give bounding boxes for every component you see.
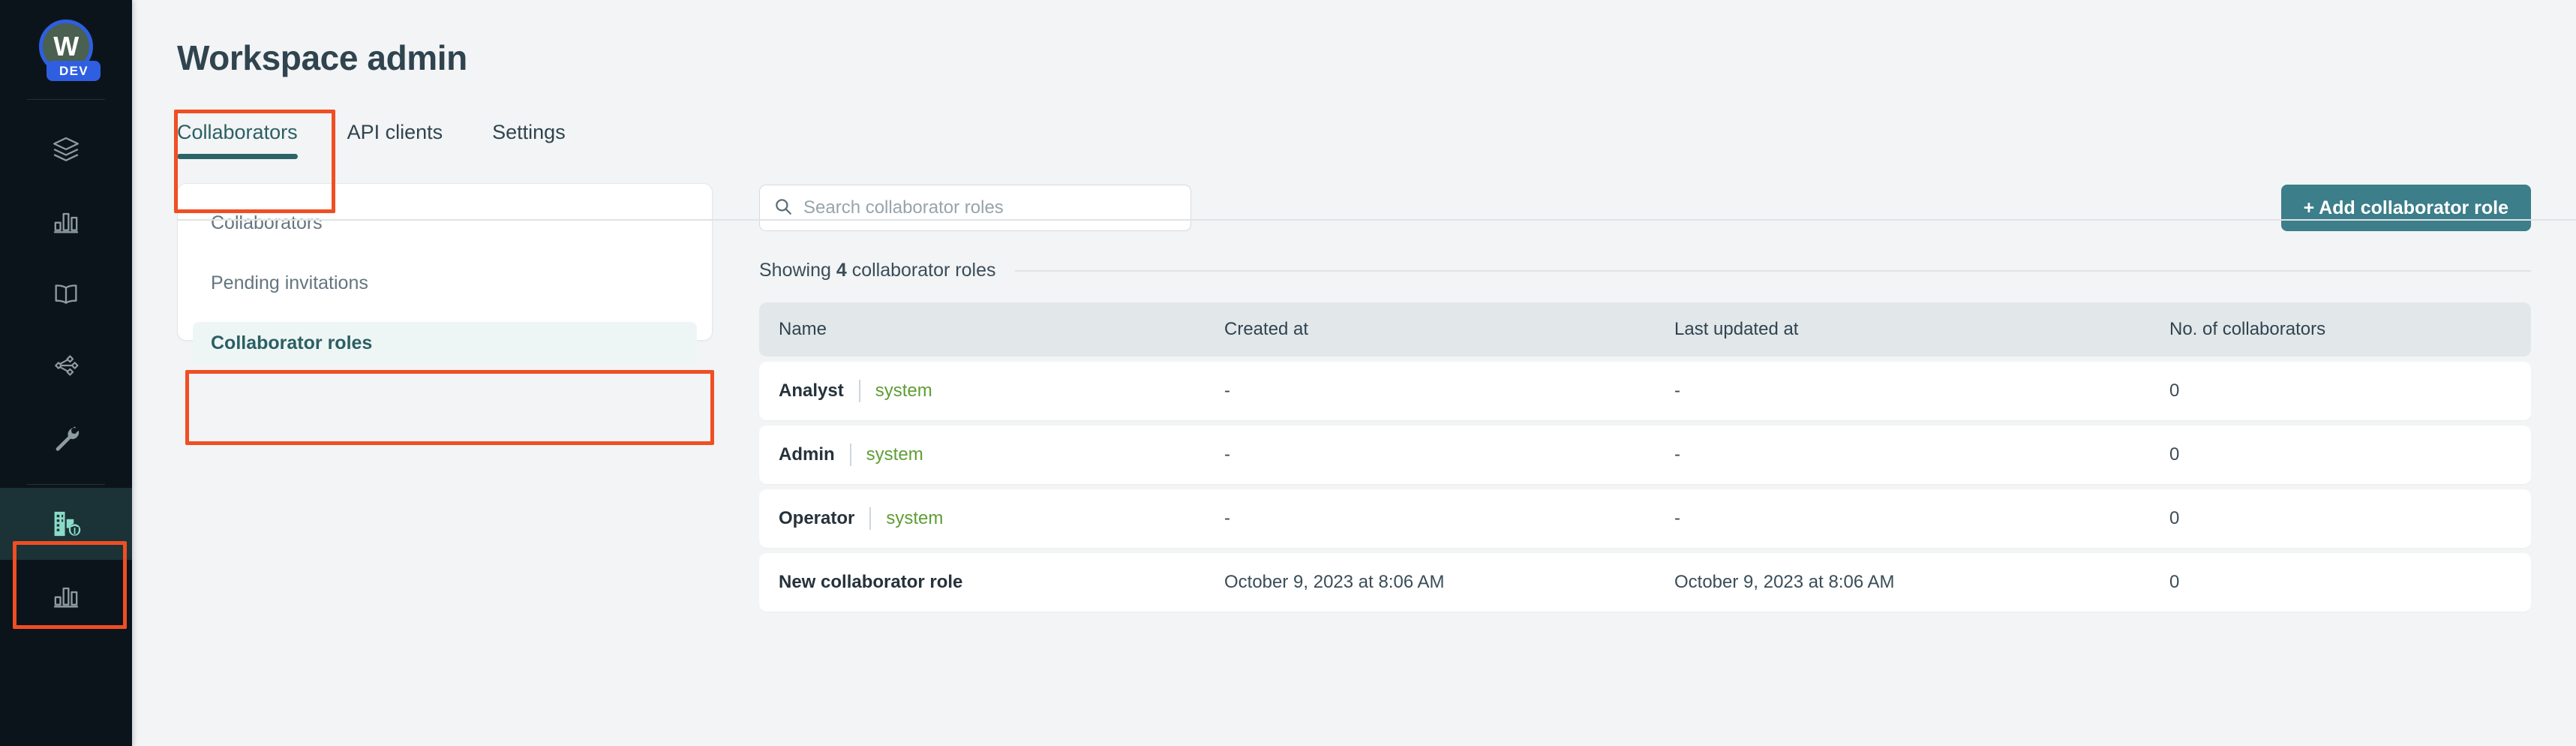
tab-collaborators[interactable]: Collaborators	[177, 121, 298, 159]
cell-created-at: -	[1224, 508, 1230, 528]
tab-bar: Collaborators API clients Settings	[177, 108, 2576, 159]
search-input[interactable]	[803, 197, 1177, 218]
book-icon	[51, 278, 81, 308]
cell-name: New collaborator role	[759, 572, 1224, 593]
column-header-name: Name	[779, 319, 827, 339]
sidebar-item-pipelines[interactable]	[0, 329, 132, 402]
sidebar-item-analytics[interactable]	[0, 185, 132, 257]
roles-toolbar: + Add collaborator role	[759, 183, 2531, 233]
name-divider	[849, 444, 851, 466]
column-header-created-at: Created at	[1224, 319, 1309, 339]
bar-chart-icon	[51, 206, 81, 236]
cell-last-updated-at: -	[1674, 444, 1680, 465]
tab-settings[interactable]: Settings	[492, 121, 566, 159]
cell-no-of-collaborators: 0	[2169, 572, 2180, 592]
content-area: Collaborators Pending invitations Collab…	[132, 183, 2576, 612]
sidebar-item-reports[interactable]	[0, 560, 132, 632]
table-row[interactable]: Admin system - - 0	[759, 426, 2531, 484]
left-nav-rail: W DEV	[0, 0, 132, 746]
sidebar-item-tools[interactable]	[0, 402, 132, 474]
role-system-tag: system	[886, 508, 944, 528]
logo-dev-badge: DEV	[47, 61, 101, 81]
workspace-logo[interactable]: W DEV	[30, 20, 102, 92]
cell-created-at: -	[1224, 381, 1230, 401]
cell-created-at: -	[1224, 444, 1230, 465]
side-nav-item-collaborator-roles[interactable]: Collaborator roles	[193, 322, 697, 364]
tab-bar-rule	[177, 219, 2576, 221]
side-nav-item-collaborators[interactable]: Collaborators	[193, 202, 697, 244]
cell-last-updated-at: -	[1674, 381, 1680, 401]
cell-last-updated-at: October 9, 2023 at 8:06 AM	[1674, 572, 1895, 592]
collaborator-roles-table: Name Created at Last updated at No. of c…	[759, 302, 2531, 612]
cell-no-of-collaborators: 0	[2169, 508, 2180, 528]
table-row[interactable]: Analyst system - - 0	[759, 362, 2531, 420]
role-name: Analyst	[779, 381, 844, 401]
cell-created-at: October 9, 2023 at 8:06 AM	[1224, 572, 1445, 592]
role-name: Operator	[779, 508, 855, 528]
layers-icon	[51, 134, 81, 164]
name-divider	[858, 380, 860, 402]
column-header-no-of-collaborators: No. of collaborators	[2169, 319, 2326, 339]
main-content: Workspace admin Collaborators API client…	[132, 0, 2576, 746]
roles-panel: + Add collaborator role Showing 4 collab…	[759, 183, 2531, 612]
sidebar-item-datasets[interactable]	[0, 113, 132, 185]
role-system-tag: system	[875, 381, 932, 401]
cell-last-updated-at: -	[1674, 508, 1680, 528]
table-header-row: Name Created at Last updated at No. of c…	[759, 302, 2531, 356]
cell-name: Operator system	[759, 507, 1224, 530]
showing-suffix: collaborator roles	[846, 260, 996, 281]
page-title: Workspace admin	[177, 38, 467, 77]
sidebar-item-workspace-admin[interactable]	[0, 488, 132, 560]
cell-no-of-collaborators: 0	[2169, 381, 2180, 401]
app-root: W DEV Workspace admin Collaborators API …	[0, 0, 2576, 746]
role-name: New collaborator role	[779, 572, 963, 592]
bar-chart-icon-2	[51, 581, 81, 611]
collaborators-side-nav: Collaborators Pending invitations Collab…	[177, 183, 713, 364]
side-nav-item-pending-invitations[interactable]: Pending invitations	[193, 262, 697, 304]
rail-divider-bottom	[27, 484, 105, 485]
tab-api-clients[interactable]: API clients	[347, 121, 443, 159]
sidebar-item-catalog[interactable]	[0, 257, 132, 329]
pipeline-icon	[51, 350, 81, 381]
column-header-last-updated-at: Last updated at	[1674, 319, 1799, 339]
name-divider	[869, 507, 872, 530]
showing-row: Showing 4 collaborator roles	[759, 260, 2531, 281]
showing-count-text: Showing 4 collaborator roles	[759, 260, 995, 281]
role-system-tag: system	[866, 444, 923, 465]
search-icon	[773, 197, 793, 220]
cell-name: Admin system	[759, 444, 1224, 466]
rail-divider-top	[27, 99, 105, 100]
wrench-icon	[51, 423, 81, 453]
role-name: Admin	[779, 444, 835, 465]
logo-letter: W	[53, 31, 79, 62]
cell-no-of-collaborators: 0	[2169, 444, 2180, 465]
cell-name: Analyst system	[759, 380, 1224, 402]
showing-divider	[1015, 269, 2531, 272]
building-shield-icon	[50, 507, 83, 540]
showing-count: 4	[836, 260, 847, 281]
search-collaborator-roles[interactable]	[759, 185, 1191, 231]
table-row[interactable]: New collaborator role October 9, 2023 at…	[759, 553, 2531, 612]
add-collaborator-role-button[interactable]: + Add collaborator role	[2280, 185, 2531, 231]
table-row[interactable]: Operator system - - 0	[759, 489, 2531, 548]
showing-prefix: Showing	[759, 260, 836, 281]
